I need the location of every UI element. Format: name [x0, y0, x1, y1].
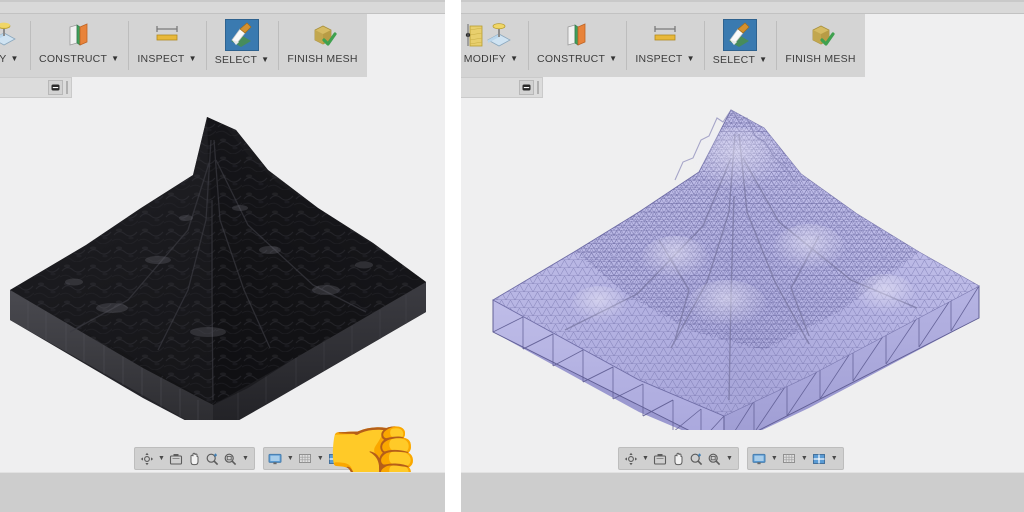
collapse-panel-icon[interactable]: [48, 80, 63, 95]
chevron-down-icon[interactable]: ▼: [156, 455, 167, 462]
right-ribbon-label-construct: CONSTRUCT ▼: [537, 53, 618, 65]
viewport-layout-icon[interactable]: [811, 450, 828, 467]
left-ribbon-group-inspect[interactable]: INSPECT ▼: [128, 14, 205, 77]
zoom-in-icon[interactable]: [204, 450, 221, 467]
right-ribbon-group-finish-mesh[interactable]: FINISH MESH: [776, 14, 864, 77]
left-ribbon-label-construct: CONSTRUCT ▼: [39, 53, 120, 65]
finish-mesh-icon: [306, 19, 340, 50]
chevron-down-icon: ▼: [261, 55, 270, 64]
modify-icon: [0, 19, 21, 50]
chevron-down-icon[interactable]: ▼: [240, 455, 251, 462]
zoom-fit-icon[interactable]: [222, 450, 239, 467]
left-ribbon-group-finish-mesh[interactable]: FINISH MESH: [278, 14, 366, 77]
chevron-down-icon: ▼: [111, 54, 120, 63]
right-ribbon-toolbar: MODIFY ▼ CONSTRUCT ▼ INSPECT ▼ SELECT ▼ …: [461, 14, 865, 77]
chevron-down-icon: ▼: [686, 54, 695, 63]
right-ribbon-group-inspect[interactable]: INSPECT ▼: [626, 14, 703, 77]
pan-hand-icon[interactable]: [670, 450, 687, 467]
chevron-down-icon[interactable]: ▼: [829, 455, 840, 462]
left-ribbon-group-select[interactable]: SELECT ▼: [205, 14, 279, 77]
comparison-stage: IFY ▼ CONSTRUCT ▼: [0, 0, 1024, 512]
look-at-icon[interactable]: [168, 450, 185, 467]
right-nav-group-display: ▼ ▼ ▼: [746, 447, 844, 470]
right-ribbon-group-select[interactable]: SELECT ▼: [703, 14, 777, 77]
right-ribbon-label-select: SELECT ▼: [712, 54, 768, 66]
right-ribbon-group-modify[interactable]: MODIFY ▼: [461, 14, 528, 77]
left-ribbon-toolbar: IFY ▼ CONSTRUCT ▼: [0, 14, 367, 77]
construct-icon: [62, 19, 96, 50]
look-at-icon[interactable]: [652, 450, 669, 467]
chevron-down-icon: ▼: [510, 54, 519, 63]
left-ribbon-label-select: SELECT ▼: [214, 54, 270, 66]
modify-icon: [463, 19, 519, 50]
right-ribbon-group-construct[interactable]: CONSTRUCT ▼: [528, 14, 626, 77]
display-settings-icon[interactable]: [267, 450, 284, 467]
panel-resize-handle[interactable]: [66, 81, 68, 94]
chevron-down-icon: ▼: [10, 54, 19, 63]
grid-snap-icon[interactable]: [781, 450, 798, 467]
left-ribbon-group-modify[interactable]: IFY ▼: [0, 14, 30, 77]
chevron-down-icon[interactable]: ▼: [769, 455, 780, 462]
thumbs-down-emoji: 👎: [318, 423, 426, 472]
right-browser-subbar[interactable]: [461, 77, 543, 98]
inspect-measure-icon: [150, 19, 184, 50]
zoom-in-icon[interactable]: [688, 450, 705, 467]
right-viewport[interactable]: 👍: [461, 98, 1024, 472]
orbit-icon[interactable]: [138, 450, 155, 467]
display-settings-icon[interactable]: [751, 450, 768, 467]
chevron-down-icon: ▼: [759, 55, 768, 64]
left-window-chrome: [0, 0, 445, 14]
chevron-down-icon[interactable]: ▼: [724, 455, 735, 462]
left-status-bar: [0, 472, 445, 512]
right-ribbon-label-finish-mesh: FINISH MESH: [785, 53, 856, 65]
right-screenshot-panel: MODIFY ▼ CONSTRUCT ▼ INSPECT ▼ SELECT ▼ …: [461, 0, 1024, 512]
orbit-icon[interactable]: [622, 450, 639, 467]
select-brush-icon: [723, 19, 758, 51]
chevron-down-icon[interactable]: ▼: [640, 455, 651, 462]
finish-mesh-icon: [804, 19, 838, 50]
left-screenshot-panel: IFY ▼ CONSTRUCT ▼: [0, 0, 445, 512]
collapse-panel-icon[interactable]: [519, 80, 534, 95]
right-navigation-bar[interactable]: ▼ ▼ ▼ ▼ ▼: [618, 447, 844, 470]
chevron-down-icon[interactable]: ▼: [285, 455, 296, 462]
left-ribbon-label-finish-mesh: FINISH MESH: [287, 53, 358, 65]
panel-resize-handle[interactable]: [537, 81, 539, 94]
right-ribbon-label-modify: MODIFY ▼: [463, 53, 519, 65]
panel-divider: [445, 0, 461, 512]
inspect-measure-icon: [648, 19, 682, 50]
zoom-fit-icon[interactable]: [706, 450, 723, 467]
right-terrain-mesh-model[interactable]: [479, 100, 999, 430]
left-terrain-mesh-model[interactable]: [8, 100, 438, 420]
construct-icon: [560, 19, 594, 50]
left-nav-group-camera: ▼ ▼: [134, 447, 255, 470]
left-ribbon-group-construct[interactable]: CONSTRUCT ▼: [30, 14, 128, 77]
right-status-bar: [461, 472, 1024, 512]
pan-hand-icon[interactable]: [186, 450, 203, 467]
chevron-down-icon: ▼: [188, 54, 197, 63]
right-window-chrome: [461, 0, 1024, 14]
left-viewport[interactable]: 👎: [0, 98, 445, 472]
left-browser-subbar[interactable]: [0, 77, 72, 98]
right-ribbon-label-inspect: INSPECT ▼: [635, 53, 695, 65]
chevron-down-icon[interactable]: ▼: [799, 455, 810, 462]
select-brush-icon: [225, 19, 260, 51]
chevron-down-icon: ▼: [609, 54, 618, 63]
left-ribbon-label-inspect: INSPECT ▼: [137, 53, 197, 65]
right-nav-group-camera: ▼ ▼: [618, 447, 739, 470]
grid-snap-icon[interactable]: [297, 450, 314, 467]
left-ribbon-label-modify: IFY ▼: [0, 53, 19, 65]
